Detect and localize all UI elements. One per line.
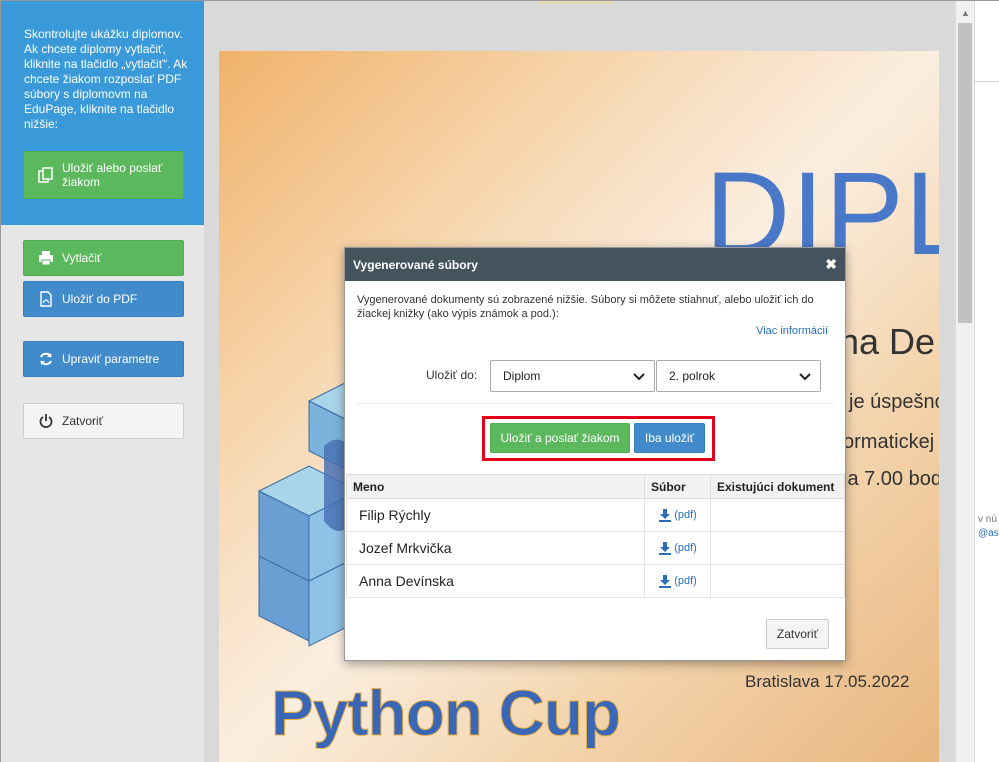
refresh-icon	[38, 351, 54, 367]
pdf-download-link[interactable]: (pdf)	[644, 564, 711, 598]
printer-icon	[38, 250, 54, 266]
download-icon	[659, 542, 672, 555]
right-strip-divider	[975, 81, 999, 82]
column-header-file: Súbor	[644, 474, 711, 499]
print-label: Vytlačiť	[62, 251, 102, 265]
vertical-scrollbar[interactable]: ▲	[955, 1, 974, 762]
dialog-title: Vygenerované súbory	[353, 257, 478, 272]
column-header-existing: Existujúci dokument	[710, 474, 845, 499]
close-sidebar-button[interactable]: Zatvoriť	[23, 403, 184, 439]
save-only-button[interactable]: Iba uložiť	[634, 423, 705, 453]
existing-document	[710, 564, 845, 598]
download-icon	[659, 575, 672, 588]
more-info-link[interactable]: Viac informácií	[756, 325, 828, 337]
save-or-send-label: Uložiť alebo poslať žiakom	[62, 161, 163, 189]
close-sidebar-label: Zatvoriť	[62, 414, 104, 428]
sidebar: Skontrolujte ukážku diplomov. Ak chcete …	[1, 1, 204, 762]
close-dialog-button[interactable]: Zatvoriť	[766, 619, 829, 649]
existing-document	[710, 531, 845, 565]
pdf-file-icon	[38, 291, 54, 307]
edit-parameters-label: Upraviť parametre	[62, 352, 160, 366]
pdf-download-link[interactable]: (pdf)	[644, 531, 711, 565]
column-header-name: Meno	[346, 474, 645, 499]
edit-parameters-button[interactable]: Upraviť parametre	[23, 341, 184, 377]
diploma-recipient: na De	[839, 321, 936, 362]
print-button[interactable]: Vytlačiť	[23, 240, 184, 276]
right-strip-text-2: @as	[978, 528, 999, 539]
save-or-send-button[interactable]: Uložiť alebo poslať žiakom	[23, 151, 184, 199]
right-background-strip: v nú @as	[974, 1, 999, 762]
chevron-down-icon	[633, 373, 645, 381]
top-accent-line	[539, 1, 612, 4]
sidebar-instructions: Skontrolujte ukážku diplomov. Ak chcete …	[24, 27, 188, 131]
diploma-place-date: Bratislava 17.05.2022	[745, 672, 910, 691]
pdf-download-link[interactable]: (pdf)	[644, 498, 711, 532]
table-row: Filip Rýchly (pdf)	[346, 498, 845, 532]
save-to-label: Uložiť do:	[426, 368, 478, 382]
existing-document	[710, 498, 845, 532]
diploma-line-1: je úspešno	[849, 391, 939, 413]
files-table: Meno Súbor Existujúci dokument Filip Rýc…	[346, 474, 845, 598]
dialog-header: Vygenerované súbory ✖	[345, 248, 845, 281]
save-pdf-label: Uložiť do PDF	[62, 292, 138, 306]
table-row: Anna Devínska (pdf)	[346, 564, 845, 598]
diploma-line-3: la 7.00 bod	[843, 468, 939, 490]
student-name: Jozef Mrkvička	[346, 531, 645, 565]
python-cup-logo: Python Cup	[270, 677, 621, 750]
document-type-select[interactable]: Diplom	[490, 360, 655, 392]
table-header-row: Meno Súbor Existujúci dokument	[346, 474, 845, 499]
student-name: Filip Rýchly	[346, 498, 645, 532]
scroll-up-arrow-icon[interactable]: ▲	[956, 5, 975, 21]
sidebar-header-panel: Skontrolujte ukážku diplomov. Ak chcete …	[1, 1, 204, 225]
dialog-divider	[357, 403, 833, 404]
pdf-link-label: (pdf)	[674, 541, 697, 554]
save-and-send-button[interactable]: Uložiť a poslať žiakom	[490, 423, 630, 453]
diploma-line-2: ormatickej s	[843, 431, 939, 453]
dialog-description: Vygenerované dokumenty sú zobrazené nižš…	[357, 294, 814, 320]
save-pdf-button[interactable]: Uložiť do PDF	[23, 281, 184, 317]
pdf-link-label: (pdf)	[674, 574, 697, 587]
period-value: 2. polrok	[669, 369, 716, 383]
chevron-down-icon	[799, 373, 811, 381]
right-strip-text-1: v nú	[978, 514, 997, 525]
scroll-thumb[interactable]	[958, 23, 972, 323]
copy-icon	[38, 167, 54, 183]
table-row: Jozef Mrkvička (pdf)	[346, 531, 845, 565]
close-icon[interactable]: ✖	[825, 256, 837, 273]
generated-files-dialog: Vygenerované súbory ✖ Vygenerované dokum…	[344, 247, 846, 661]
download-icon	[659, 509, 672, 522]
document-type-value: Diplom	[503, 369, 541, 383]
period-select[interactable]: 2. polrok	[656, 360, 821, 392]
pdf-link-label: (pdf)	[674, 508, 697, 521]
student-name: Anna Devínska	[346, 564, 645, 598]
power-icon	[38, 413, 54, 429]
